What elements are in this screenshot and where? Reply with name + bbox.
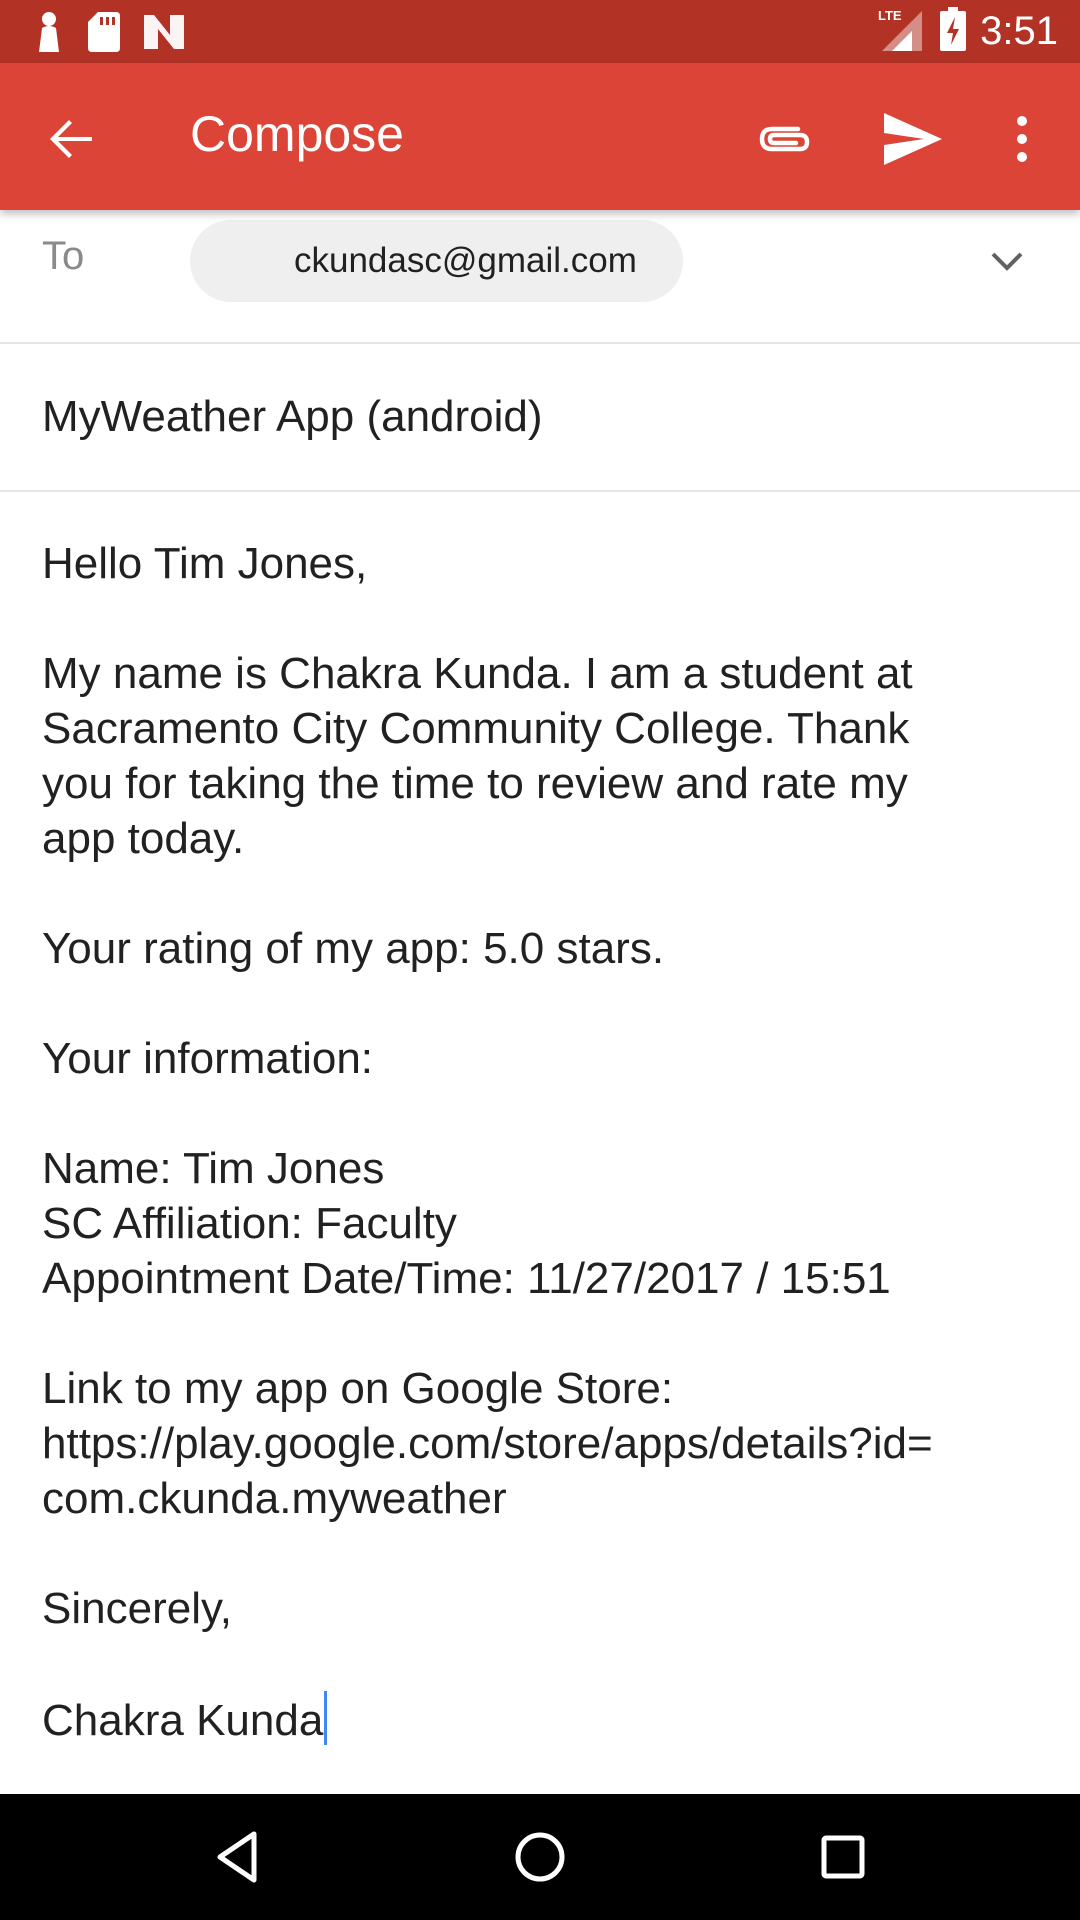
body-greeting: Hello Tim Jones, [42,539,368,588]
message-body[interactable]: Hello Tim Jones, My name is Chakra Kunda… [42,536,1042,1746]
nav-back-icon [217,1831,257,1883]
body-rating: Your rating of my app: 5.0 stars. [42,924,665,973]
body-intro-line: app today. [42,814,245,863]
attach-button[interactable] [752,107,816,171]
nav-recents-button[interactable] [812,1826,874,1888]
body-intro-line: you for taking the time to review and ra… [42,759,908,808]
body-signature: Chakra Kunda [42,1696,324,1745]
send-icon [884,113,942,165]
expand-recipients-button[interactable] [985,240,1029,284]
status-time: 3:51 [980,9,1058,53]
text-cursor [324,1691,328,1745]
send-button[interactable] [880,107,946,171]
nav-home-icon [515,1832,565,1882]
nav-recents-icon [821,1835,865,1879]
nav-back-button[interactable] [206,1826,268,1888]
body-link-line: https://play.google.com/store/apps/detai… [42,1419,933,1468]
subject-field[interactable]: MyWeather App (android) [0,344,1080,492]
sd-card-icon [88,12,120,57]
nav-home-button[interactable] [509,1826,571,1888]
body-link-line: com.ckunda.myweather [42,1474,507,1523]
attach-icon [759,126,810,152]
body-link-line: Link to my app on Google Store: [42,1364,674,1413]
battery-charging-icon [940,7,967,56]
page-title: Compose [190,106,404,162]
lte-signal-icon: LTE [878,7,926,56]
body-info-heading: Your information: [42,1034,374,1083]
body-info-line: SC Affiliation: Faculty [42,1199,457,1248]
system-nav-bar [0,1794,1080,1920]
body-info-line: Appointment Date/Time: 11/27/2017 / 15:5… [42,1254,891,1303]
recipient-chip[interactable]: ckundasc@gmail.com [190,220,683,302]
chevron-down-icon [991,252,1023,271]
status-bar: LTE 3:51 [0,0,1080,63]
app-bar: Compose [0,63,1080,210]
to-row: To ckundasc@gmail.com [0,210,1080,344]
status-notifications [34,12,184,57]
svg-text:LTE: LTE [878,8,902,23]
back-button[interactable] [40,107,104,171]
body-signature-line: Chakra Kunda [42,1691,1042,1746]
body-info-line: Name: Tim Jones [42,1144,385,1193]
body-closing: Sincerely, [42,1584,232,1633]
back-arrow-icon [50,120,92,158]
status-system: LTE 3:51 [878,0,1058,63]
to-label: To [42,234,85,278]
subject-text: MyWeather App (android) [42,392,543,441]
notification-person-icon [34,12,64,57]
app-n-icon [144,15,184,54]
more-options-button[interactable] [1000,107,1044,171]
recipient-email: ckundasc@gmail.com [294,241,637,280]
more-vert-icon [1017,116,1027,162]
body-intro-line: Sacramento City Community College. Thank [42,704,910,753]
body-intro-line: My name is Chakra Kunda. I am a student … [42,649,913,698]
